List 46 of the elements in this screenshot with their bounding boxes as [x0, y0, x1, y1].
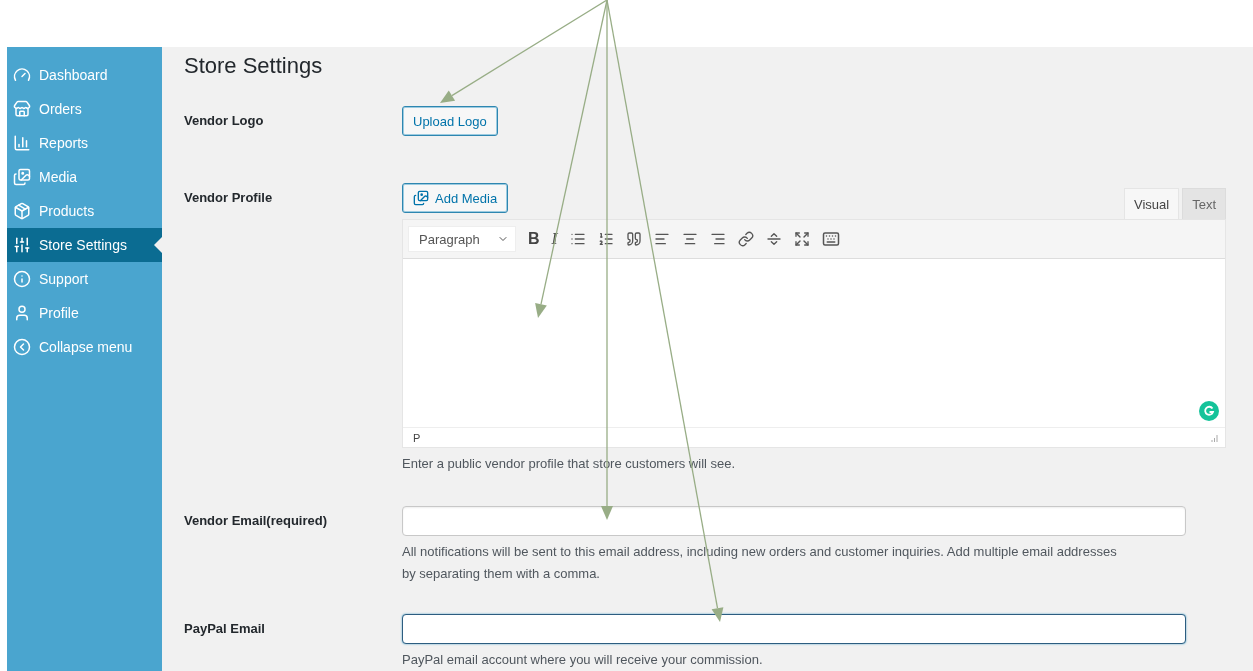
align-left-icon[interactable]: [653, 231, 670, 247]
read-more-icon[interactable]: [765, 231, 782, 247]
help-text: Enter a public vendor profile that store customers will see.: [402, 455, 737, 473]
align-right-icon[interactable]: [709, 231, 726, 247]
gauge-icon: [13, 66, 31, 84]
collapse-icon: [13, 338, 31, 356]
quote-icon[interactable]: [625, 231, 642, 247]
editor-tab[interactable]: Visual: [1123, 188, 1180, 219]
sidebar-item[interactable]: Reports: [7, 126, 162, 160]
field-label: Vendor Email(required): [184, 512, 329, 530]
field-label: Vendor Profile: [184, 189, 274, 207]
sidebar-item[interactable]: Orders: [7, 92, 162, 126]
editor-tab[interactable]: Text: [1182, 188, 1226, 219]
help-text: PayPal email account where you will receive your commission.: [402, 651, 764, 669]
keyboard-icon[interactable]: [821, 230, 840, 248]
media-icon: [413, 190, 429, 206]
person-icon: [13, 304, 31, 322]
sidebar-item[interactable]: Collapse menu: [7, 330, 162, 364]
field-label: PayPal Email: [184, 620, 266, 638]
resize-handle-icon[interactable]: [1211, 433, 1219, 442]
sidebar-item[interactable]: Store Settings: [7, 228, 162, 262]
page-title: Store Settings: [184, 52, 324, 80]
element-path: P: [413, 431, 421, 444]
sidebar-item[interactable]: Products: [7, 194, 162, 228]
align-center-icon[interactable]: [681, 231, 698, 247]
box-icon: [13, 202, 31, 220]
sliders-icon: [13, 236, 31, 254]
store-icon: [13, 100, 31, 118]
add-media-button[interactable]: Add Media: [402, 183, 509, 213]
info-icon: [13, 270, 31, 288]
bar-chart-icon: [13, 134, 31, 152]
sidebar-item[interactable]: Support: [7, 262, 162, 296]
bold-button[interactable]: B: [528, 230, 540, 248]
field-label: Vendor Logo: [184, 112, 265, 130]
sidebar-item[interactable]: Dashboard: [7, 58, 162, 92]
sidebar-item[interactable]: Profile: [7, 296, 162, 330]
link-icon[interactable]: [737, 231, 754, 247]
media-icon: [13, 168, 31, 186]
help-text: All notifications will be sent to this email address, including new orders and customer inquiries. Add multiple email addresses by separating them with a comma.: [402, 543, 1118, 583]
numbered-list-icon[interactable]: [597, 231, 614, 247]
upload-button[interactable]: Upload Logo: [402, 106, 498, 136]
sidebar-item[interactable]: Media: [7, 160, 162, 194]
fullscreen-icon[interactable]: [793, 231, 810, 247]
format-select[interactable]: Paragraph: [408, 226, 516, 252]
email-input[interactable]: [402, 614, 1186, 644]
bullet-list-icon[interactable]: [569, 231, 586, 247]
